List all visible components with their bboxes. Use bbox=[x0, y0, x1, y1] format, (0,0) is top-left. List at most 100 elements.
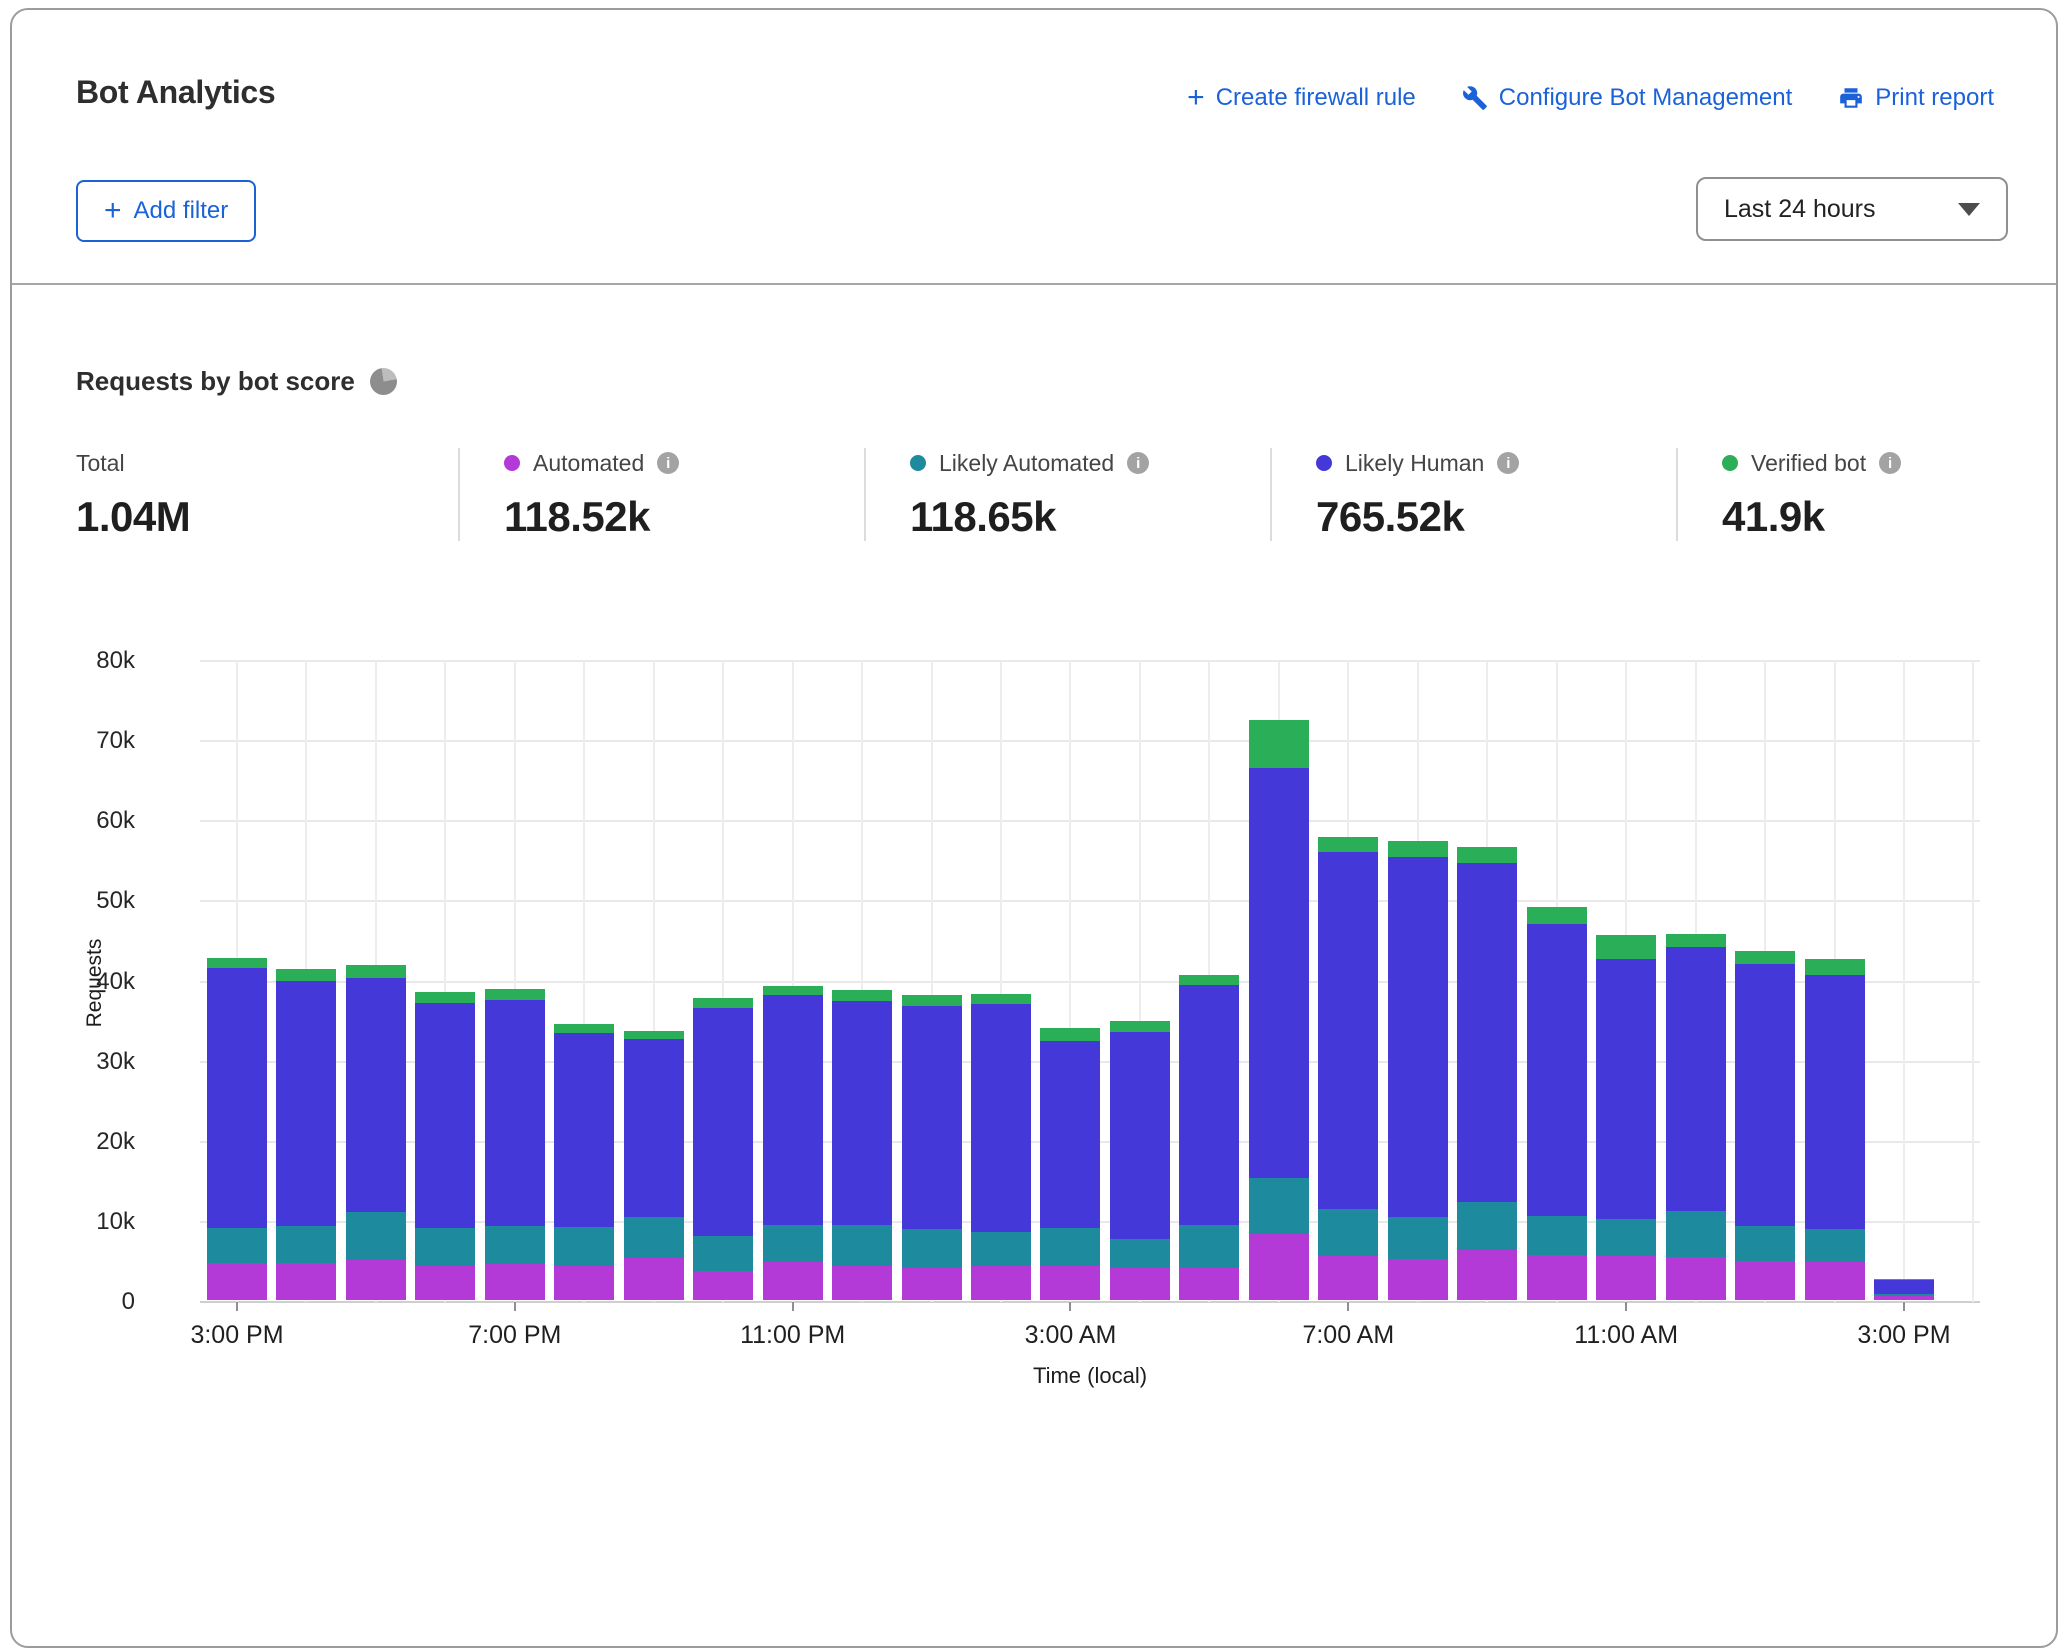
add-filter-button[interactable]: + Add filter bbox=[76, 180, 256, 242]
bar-segment-verified-bot bbox=[1249, 720, 1309, 768]
chart-bar[interactable] bbox=[554, 1024, 614, 1300]
bar-segment-likely-human bbox=[1040, 1041, 1100, 1228]
print-report-link[interactable]: Print report bbox=[1838, 84, 1994, 112]
chart-bar[interactable] bbox=[902, 995, 962, 1300]
configure-bot-management-link[interactable]: Configure Bot Management bbox=[1462, 84, 1793, 112]
chart-bar[interactable] bbox=[346, 965, 406, 1300]
automated-dot-icon bbox=[504, 455, 520, 471]
chart-bar[interactable] bbox=[276, 969, 336, 1300]
stat-verified-bot-label: Verified bot bbox=[1751, 450, 1866, 477]
x-tick-label: 3:00 AM bbox=[960, 1321, 1180, 1350]
stat-total-label: Total bbox=[76, 450, 125, 477]
configure-bot-management-label: Configure Bot Management bbox=[1499, 84, 1793, 112]
bar-segment-verified-bot bbox=[902, 995, 962, 1006]
chart-bar[interactable] bbox=[1666, 934, 1726, 1300]
x-tick-label: 7:00 AM bbox=[1238, 1321, 1458, 1350]
chart-bar[interactable] bbox=[1874, 1279, 1934, 1300]
bar-segment-likely-human bbox=[276, 981, 336, 1226]
chart-bar[interactable] bbox=[1040, 1028, 1100, 1300]
bar-segment-automated bbox=[1110, 1268, 1170, 1300]
bar-segment-automated bbox=[1179, 1268, 1239, 1300]
plot-area bbox=[200, 661, 1980, 1302]
chart-bar[interactable] bbox=[1457, 847, 1517, 1301]
info-icon[interactable]: i bbox=[1497, 452, 1519, 474]
bar-segment-verified-bot bbox=[1110, 1021, 1170, 1031]
chart-bar[interactable] bbox=[1805, 959, 1865, 1300]
chart-bar[interactable] bbox=[1318, 837, 1378, 1300]
stat-automated-label: Automated bbox=[533, 450, 644, 477]
stat-likely-human-value: 765.52k bbox=[1316, 493, 1656, 541]
stat-automated: Automated i 118.52k bbox=[458, 448, 864, 541]
bar-segment-likely-automated bbox=[415, 1228, 475, 1266]
chart-bar[interactable] bbox=[763, 986, 823, 1300]
bar-segment-automated bbox=[1040, 1266, 1100, 1300]
bar-segment-verified-bot bbox=[415, 992, 475, 1003]
chart-bar[interactable] bbox=[624, 1031, 684, 1300]
chart-bar[interactable] bbox=[1596, 935, 1656, 1300]
bar-segment-automated bbox=[624, 1258, 684, 1300]
page-title: Bot Analytics bbox=[76, 74, 275, 111]
chart-bar[interactable] bbox=[1110, 1021, 1170, 1300]
bar-segment-likely-human bbox=[1596, 959, 1656, 1219]
chart-bar[interactable] bbox=[485, 989, 545, 1300]
chart-bar[interactable] bbox=[207, 958, 267, 1300]
bar-segment-likely-automated bbox=[207, 1228, 267, 1263]
chart-bar[interactable] bbox=[1179, 975, 1239, 1300]
chart-bar[interactable] bbox=[832, 990, 892, 1300]
bar-segment-verified-bot bbox=[207, 958, 267, 968]
bar-segment-likely-automated bbox=[1735, 1226, 1795, 1260]
bar-segment-automated bbox=[1874, 1296, 1934, 1300]
chart-bar[interactable] bbox=[1249, 720, 1309, 1300]
bar-segment-likely-human bbox=[971, 1004, 1031, 1232]
bar-segment-automated bbox=[902, 1268, 962, 1300]
bar-segment-verified-bot bbox=[1457, 847, 1517, 863]
plus-icon: + bbox=[104, 199, 122, 223]
bar-segment-likely-human bbox=[763, 995, 823, 1225]
bar-segment-automated bbox=[346, 1260, 406, 1300]
header-actions: + Create firewall rule Configure Bot Man… bbox=[1187, 84, 1994, 112]
chart-bar[interactable] bbox=[693, 998, 753, 1300]
chart-bar[interactable] bbox=[415, 992, 475, 1300]
time-range-select[interactable]: Last 24 hours bbox=[1696, 177, 2008, 241]
bar-segment-verified-bot bbox=[763, 986, 823, 995]
chevron-down-icon bbox=[1958, 203, 1980, 216]
bar-segment-likely-automated bbox=[763, 1225, 823, 1262]
bar-segment-likely-human bbox=[1110, 1032, 1170, 1240]
info-icon[interactable]: i bbox=[657, 452, 679, 474]
create-firewall-rule-link[interactable]: + Create firewall rule bbox=[1187, 84, 1416, 112]
bar-segment-verified-bot bbox=[1040, 1028, 1100, 1042]
gridline-h bbox=[200, 820, 1980, 822]
bar-segment-likely-automated bbox=[1527, 1216, 1587, 1255]
bar-segment-likely-automated bbox=[1249, 1178, 1309, 1234]
chart-bar[interactable] bbox=[1388, 841, 1448, 1300]
time-range-value: Last 24 hours bbox=[1724, 195, 1876, 224]
chart-bar[interactable] bbox=[1527, 907, 1587, 1300]
x-tick bbox=[236, 1302, 238, 1311]
y-tick-label: 40k bbox=[15, 968, 135, 996]
wrench-icon bbox=[1462, 85, 1488, 111]
y-tick-label: 70k bbox=[15, 727, 135, 755]
bar-segment-likely-human bbox=[346, 978, 406, 1212]
bar-segment-likely-automated bbox=[902, 1229, 962, 1267]
info-icon[interactable]: i bbox=[1879, 452, 1901, 474]
stat-likely-automated-value: 118.65k bbox=[910, 493, 1250, 541]
chart-bar[interactable] bbox=[1735, 951, 1795, 1300]
info-icon[interactable]: i bbox=[1127, 452, 1149, 474]
bar-segment-automated bbox=[1249, 1234, 1309, 1300]
bar-segment-likely-automated bbox=[1457, 1202, 1517, 1249]
bar-segment-likely-human bbox=[624, 1039, 684, 1218]
bar-segment-likely-automated bbox=[693, 1236, 753, 1271]
likely-human-dot-icon bbox=[1316, 455, 1332, 471]
bar-segment-likely-automated bbox=[1318, 1209, 1378, 1256]
bar-segment-likely-human bbox=[1249, 768, 1309, 1178]
bar-segment-verified-bot bbox=[554, 1024, 614, 1033]
x-tick-label: 7:00 PM bbox=[405, 1321, 625, 1350]
gridline-v bbox=[1972, 661, 1974, 1302]
bar-segment-automated bbox=[1527, 1255, 1587, 1300]
bar-segment-likely-human bbox=[693, 1008, 753, 1236]
bar-segment-automated bbox=[763, 1262, 823, 1300]
header-divider bbox=[12, 283, 2056, 285]
chart-bar[interactable] bbox=[971, 994, 1031, 1300]
y-tick-label: 20k bbox=[15, 1128, 135, 1156]
bar-segment-likely-human bbox=[1805, 975, 1865, 1230]
